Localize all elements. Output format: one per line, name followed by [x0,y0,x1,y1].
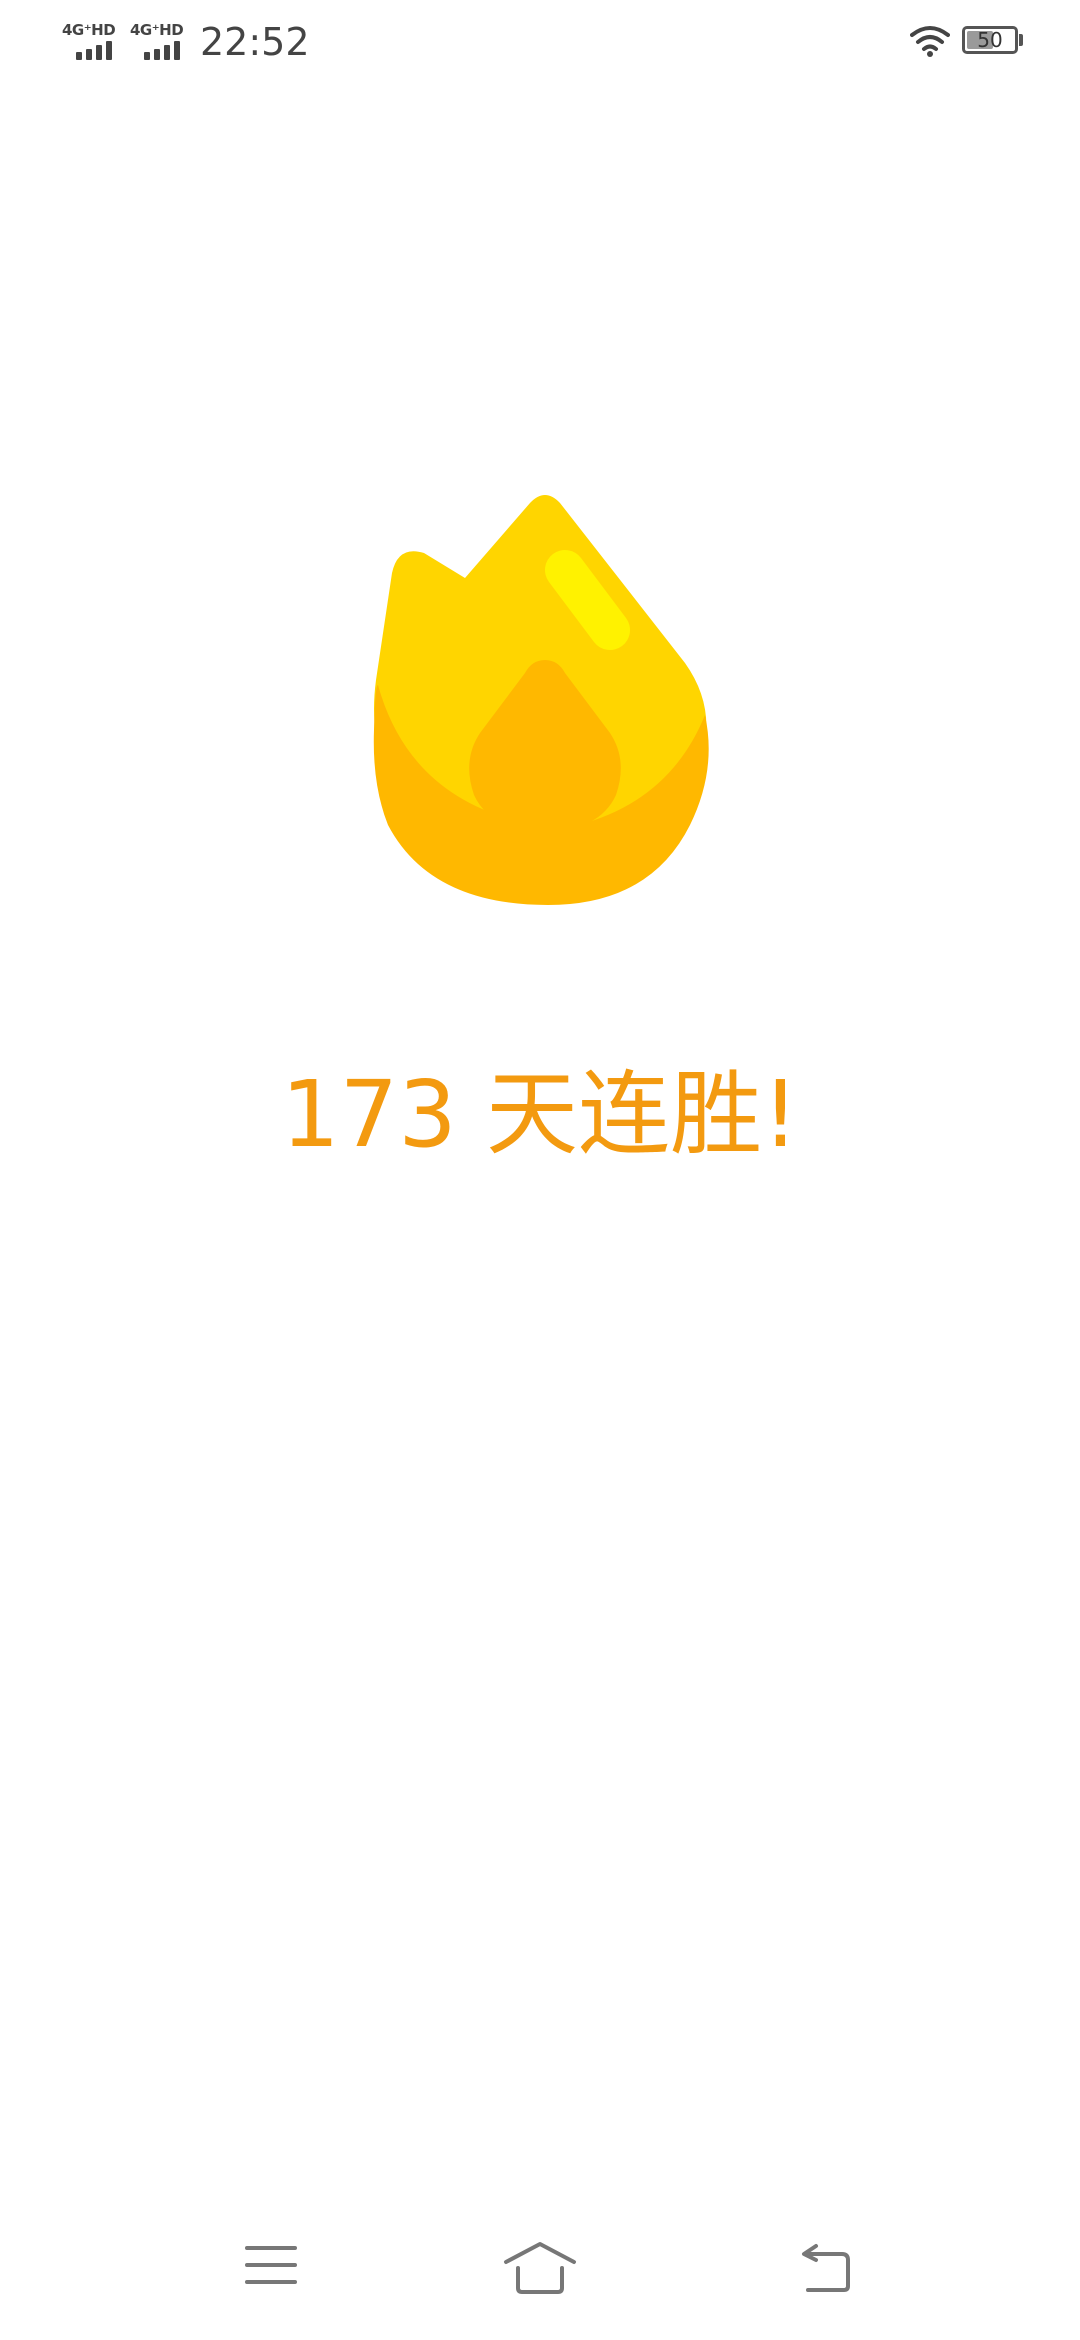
battery-level: 50 [977,28,1003,52]
sim1-signal: 4G⁺HD [62,22,126,62]
home-icon [504,2242,576,2294]
status-bar: 4G⁺HD 4G⁺HD 22:52 50 [0,0,1080,84]
signal-bars-icon [76,41,112,60]
nav-back-button[interactable] [770,2240,880,2320]
sim2-signal: 4G⁺HD [130,22,194,62]
sim2-label: 4G⁺HD [130,21,184,39]
status-time: 22:52 [200,20,310,64]
signal-bars-icon [144,41,180,60]
wifi-icon [910,26,950,57]
battery-tip [1019,34,1023,46]
nav-home-button[interactable] [485,2240,595,2320]
battery-icon: 50 [962,26,1018,54]
nav-menu-button[interactable] [216,2240,326,2320]
menu-icon [245,2246,297,2284]
flame-icon [373,495,709,905]
sim1-label: 4G⁺HD [62,21,116,39]
streak-title: 173 天连胜! [281,1061,799,1168]
back-icon [802,2244,850,2292]
